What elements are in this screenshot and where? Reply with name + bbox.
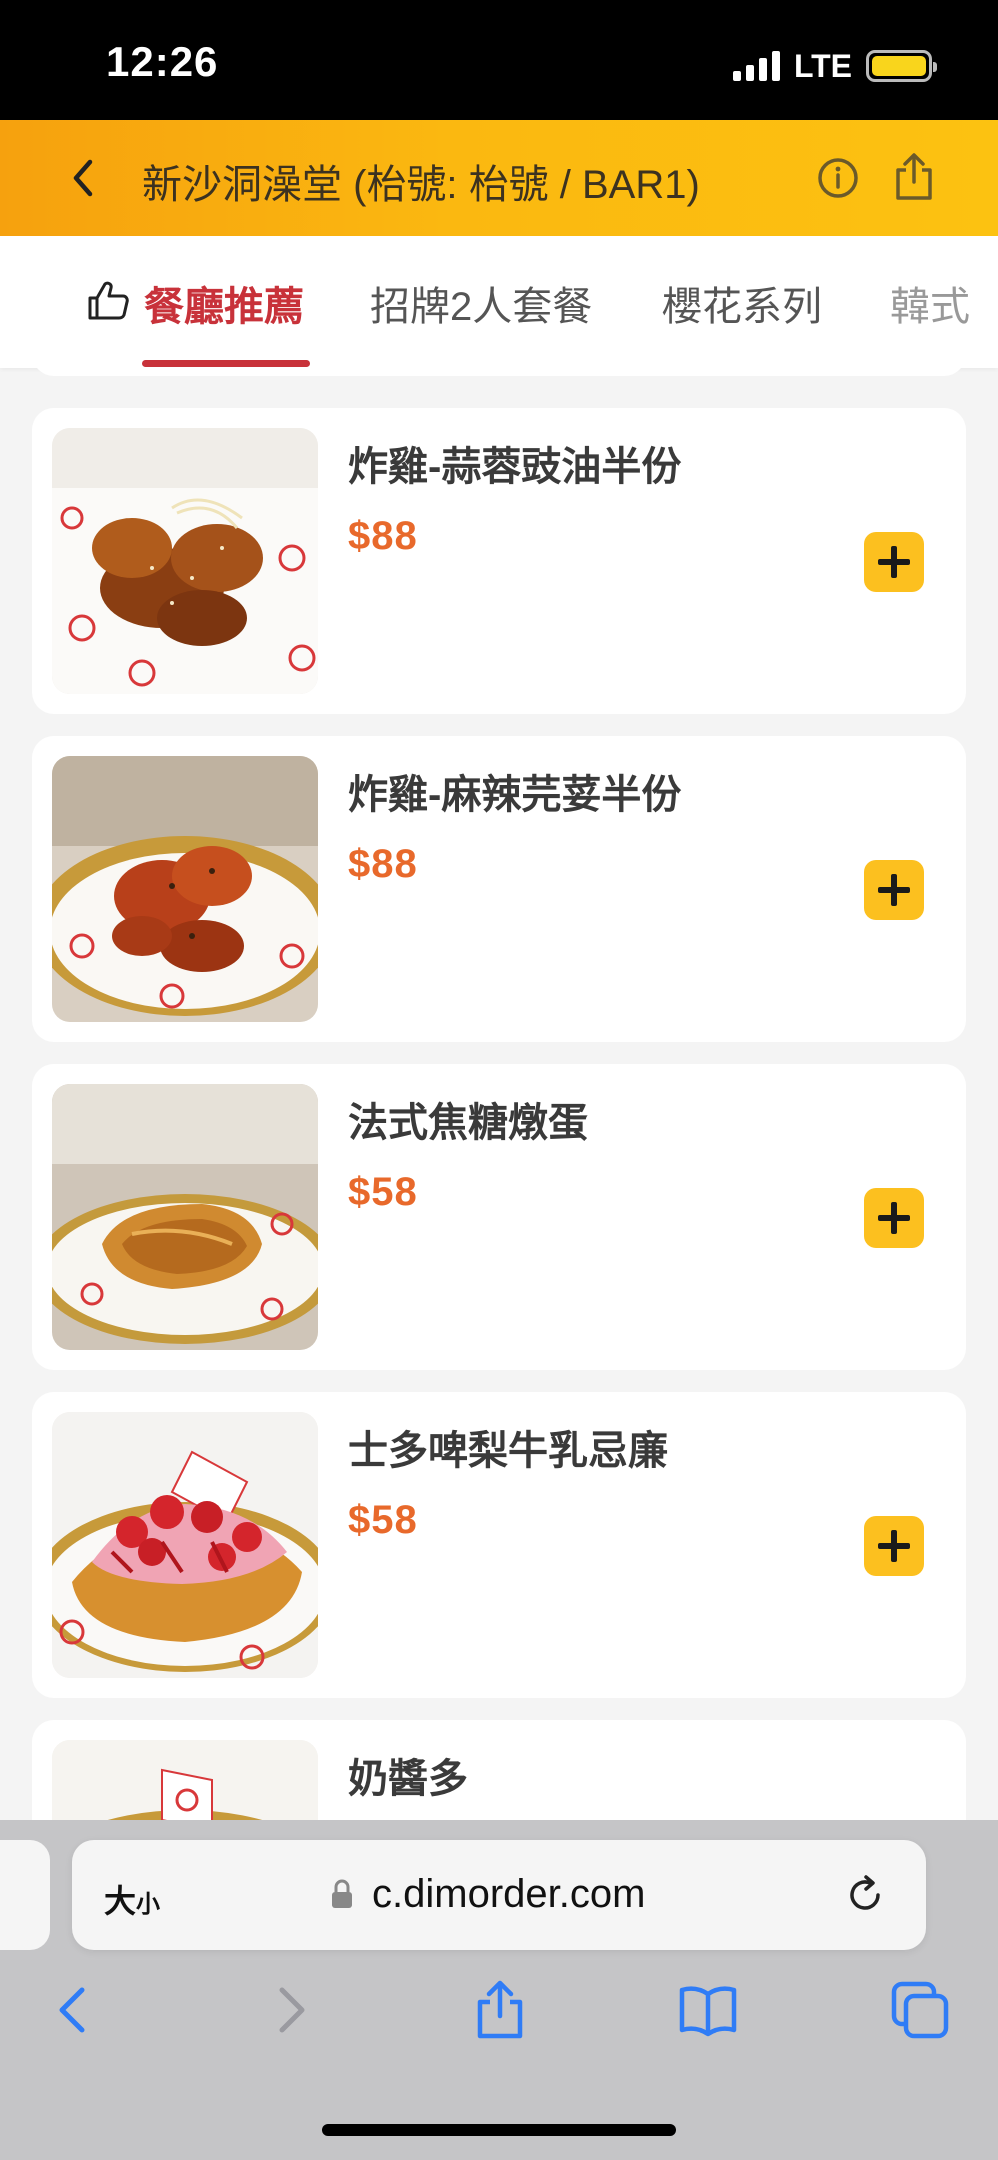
text-size-button[interactable]: 大小: [104, 1876, 160, 1922]
menu-item-name: 炸雞-麻辣芫荽半份: [348, 773, 682, 817]
share-button[interactable]: [892, 152, 936, 202]
info-icon: [818, 158, 858, 198]
browser-toolbar: 大小 c.dimorder.com: [0, 1820, 998, 2160]
page-title: 新沙洞澡堂 (枱號: 枱號 / BAR1): [142, 163, 700, 207]
address-bar[interactable]: 大小 c.dimorder.com: [72, 1840, 926, 1950]
add-to-cart-button[interactable]: [864, 1516, 924, 1576]
thumbs-up-icon: [88, 281, 129, 320]
menu-item-price: $88: [348, 842, 418, 886]
tab-korean[interactable]: 韓式: [890, 274, 970, 332]
menu-item-card[interactable]: 炸雞-蒜蓉豉油半份 $88: [32, 408, 966, 714]
fried-chicken-garlic-soy-photo: [52, 428, 318, 694]
menu-item-card[interactable]: 法式焦糖燉蛋 $58: [32, 1064, 966, 1370]
reload-icon[interactable]: [844, 1874, 886, 1916]
menu-item-name: 奶醬多: [348, 1757, 468, 1801]
status-indicators: LTE: [732, 47, 937, 84]
status-bar: 12:26 LTE: [0, 0, 998, 120]
strawberry-cream-waffle-photo: [52, 1412, 318, 1678]
tab-recommended[interactable]: 餐廳推薦: [144, 274, 304, 332]
lock-icon: [332, 1879, 352, 1908]
menu-item-name: 士多啤梨牛乳忌廉: [348, 1429, 668, 1473]
browser-forward-icon[interactable]: [260, 1980, 320, 2040]
tab-signature-set[interactable]: 招牌2人套餐: [370, 274, 592, 332]
chevron-left-icon: [73, 159, 93, 197]
tabs-icon[interactable]: [890, 1980, 950, 2040]
add-to-cart-button[interactable]: [864, 532, 924, 592]
battery-icon: [866, 50, 937, 82]
signal-icon: [732, 51, 780, 81]
condensed-milk-toast-photo: [52, 1740, 318, 1820]
menu-item-price: $88: [348, 514, 418, 558]
menu-item-card[interactable]: 士多啤梨牛乳忌廉 $58: [32, 1392, 966, 1698]
back-button[interactable]: [64, 158, 104, 198]
info-button[interactable]: [816, 156, 860, 200]
url-text: c.dimorder.com: [372, 1872, 646, 1916]
status-time: 12:26: [106, 38, 219, 85]
menu-list: 炸雞-蒜蓉豉油半份 $88 炸雞-麻辣芫荽半份 $88 法式焦糖燉蛋 $58 士…: [0, 368, 998, 1820]
previous-card-edge: [32, 368, 966, 376]
bookmarks-icon[interactable]: [678, 1980, 738, 2040]
menu-item-card[interactable]: 奶醬多: [32, 1720, 966, 1820]
creme-brulee-photo: [52, 1084, 318, 1350]
add-to-cart-button[interactable]: [864, 1188, 924, 1248]
menu-item-name: 炸雞-蒜蓉豉油半份: [348, 445, 682, 489]
browser-share-icon[interactable]: [470, 1980, 530, 2040]
menu-item-card[interactable]: 炸雞-麻辣芫荽半份 $88: [32, 736, 966, 1042]
menu-item-name: 法式焦糖燉蛋: [348, 1101, 588, 1145]
menu-item-price: $58: [348, 1498, 418, 1542]
home-indicator: [322, 2124, 676, 2136]
active-tab-indicator: [142, 360, 310, 367]
network-type: LTE: [793, 47, 852, 84]
share-icon: [896, 153, 932, 200]
fried-chicken-spicy-coriander-photo: [52, 756, 318, 1022]
category-tab-bar: 餐廳推薦 招牌2人套餐 櫻花系列 韓式: [0, 236, 998, 368]
tab-sakura-series[interactable]: 櫻花系列: [662, 274, 822, 332]
menu-item-price: $58: [348, 1170, 418, 1214]
previous-tab-pill[interactable]: [0, 1840, 50, 1950]
browser-back-icon[interactable]: [44, 1980, 104, 2040]
add-to-cart-button[interactable]: [864, 860, 924, 920]
app-header: 新沙洞澡堂 (枱號: 枱號 / BAR1): [0, 120, 998, 236]
